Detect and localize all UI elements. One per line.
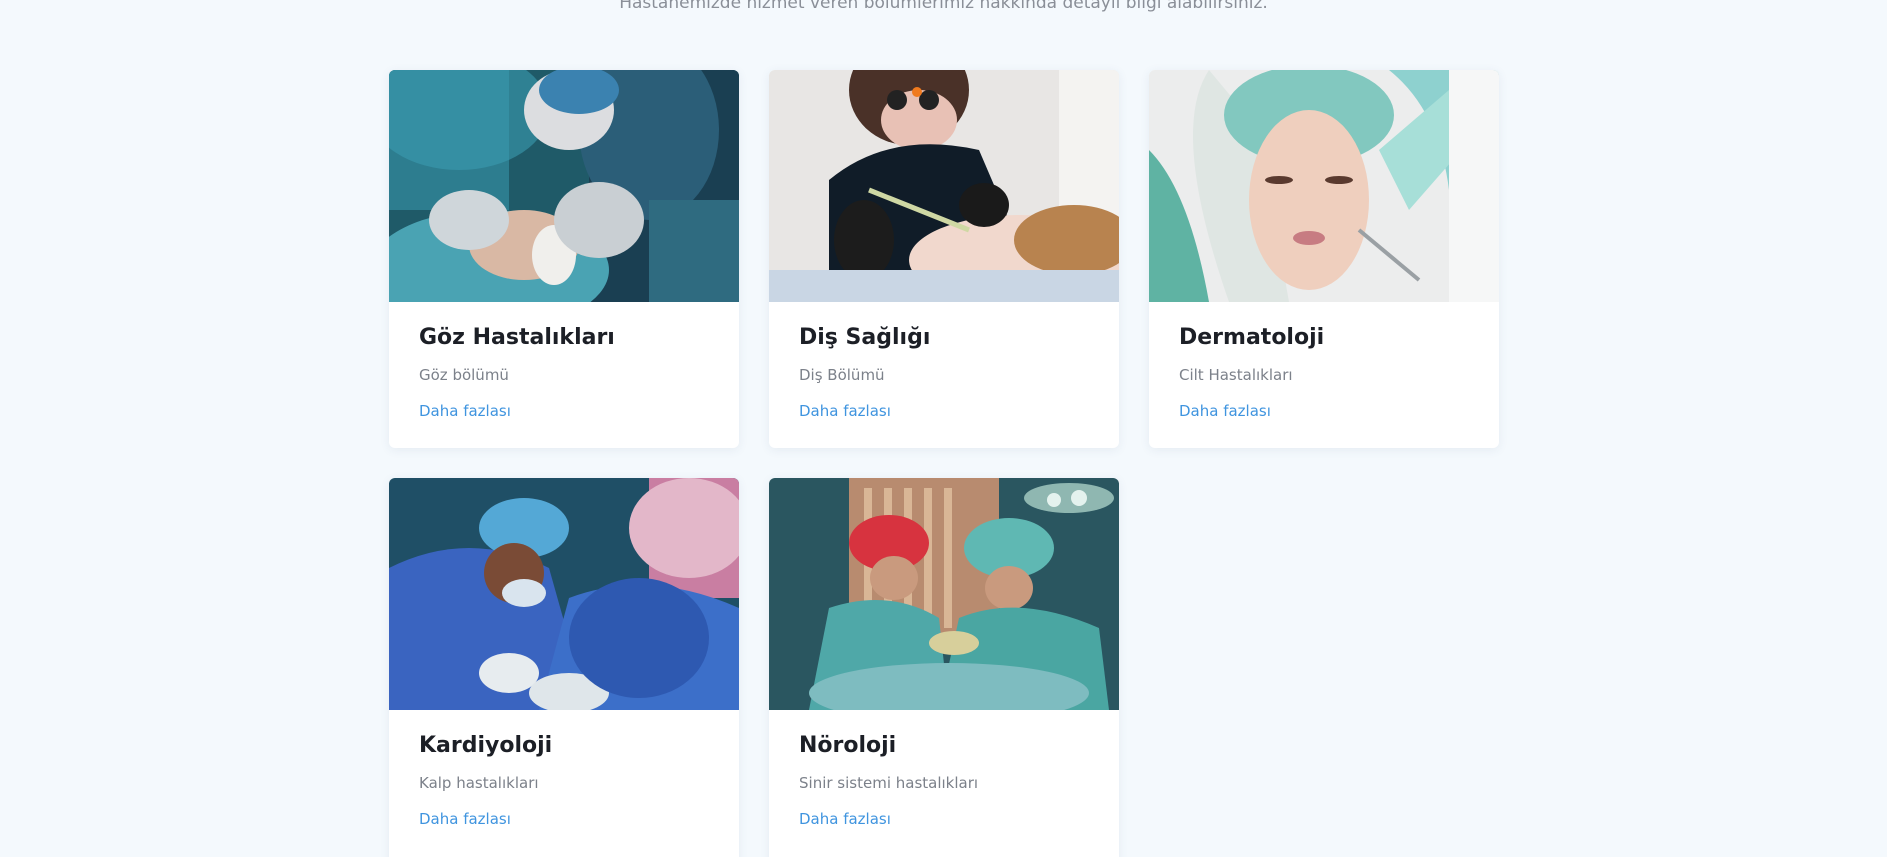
department-description: Göz bölümü [419, 366, 509, 384]
department-title: Dermatoloji [1179, 325, 1325, 350]
eye-surgery-photo [389, 70, 739, 302]
neuro-surgery-photo [769, 478, 1119, 710]
department-more-link[interactable]: Daha fazlası [1179, 402, 1271, 420]
department-more-link[interactable]: Daha fazlası [419, 402, 511, 420]
department-description: Diş Bölümü [799, 366, 885, 384]
department-card-cardiology[interactable]: Kardiyoloji Kalp hastalıkları Daha fazla… [389, 478, 739, 857]
department-more-link[interactable]: Daha fazlası [799, 810, 891, 828]
section-subtitle: Hastanemizde hizmet veren bölümlerimiz h… [619, 0, 1268, 13]
department-card-dental[interactable]: Diş Sağlığı Diş Bölümü Daha fazlası [769, 70, 1119, 448]
dental-photo [769, 70, 1119, 302]
department-card-neurology[interactable]: Nöroloji Sinir sistemi hastalıkları Daha… [769, 478, 1119, 857]
departments-section: Hastanemizde hizmet veren bölümlerimiz h… [0, 0, 1887, 857]
department-title: Diş Sağlığı [799, 325, 931, 350]
department-title: Nöroloji [799, 733, 897, 758]
department-card-eye[interactable]: Göz Hastalıkları Göz bölümü Daha fazlası [389, 70, 739, 448]
department-more-link[interactable]: Daha fazlası [419, 810, 511, 828]
department-description: Kalp hastalıkları [419, 774, 539, 792]
department-description: Sinir sistemi hastalıkları [799, 774, 979, 792]
department-description: Cilt Hastalıkları [1179, 366, 1293, 384]
department-title: Göz Hastalıkları [419, 325, 615, 350]
cardio-surgery-photo [389, 478, 739, 710]
department-card-dermatology[interactable]: Dermatoloji Cilt Hastalıkları Daha fazla… [1149, 70, 1499, 448]
department-more-link[interactable]: Daha fazlası [799, 402, 891, 420]
department-title: Kardiyoloji [419, 733, 553, 758]
skincare-photo [1149, 70, 1499, 302]
